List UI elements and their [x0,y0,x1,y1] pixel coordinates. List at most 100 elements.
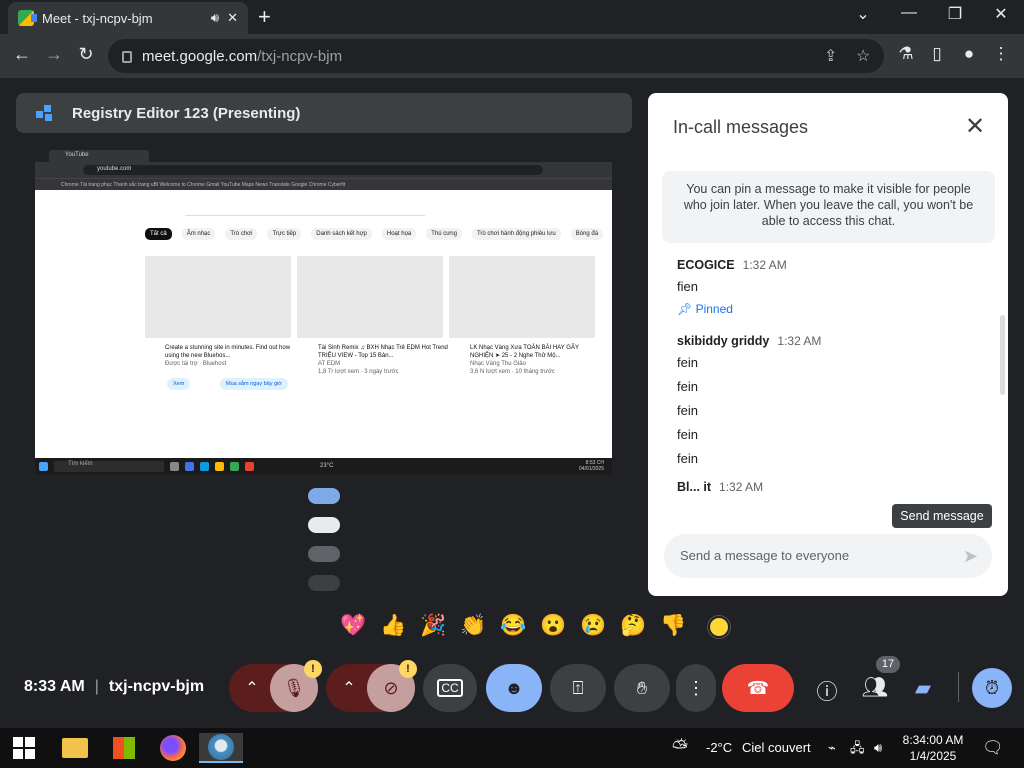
weather-icon[interactable]: ⛅︎ [672,728,688,768]
ss-chip: Thú cưng [426,228,462,240]
reaction-thinking-icon[interactable]: 🤔 [620,614,647,638]
ss-bookmarks: Chrome Tài trang phục Thanh sắc trang uB… [35,178,612,190]
pin-info-banner: You can pin a message to make it visible… [662,171,995,243]
present-screen-icon: ⍐ [572,677,584,698]
meeting-details: 8:33 AM | txj-ncpv-bjm [24,678,205,695]
bookmark-star-icon[interactable]: ☆ [856,46,870,66]
video-options-chevron-icon[interactable]: ⌃ [326,664,372,712]
new-tab-button[interactable]: + [258,4,271,30]
notifications-icon[interactable]: 🗨︎ [982,728,1004,768]
forward-button[interactable]: → [42,44,66,65]
ss-thumbnail [145,256,291,338]
participant-thumbnail[interactable] [308,517,340,533]
audio-options-chevron-icon[interactable]: ⌃ [229,664,275,712]
lock-icon[interactable] [122,51,132,63]
leave-call-button[interactable]: ☎︎ [722,664,794,712]
file-explorer-icon[interactable] [53,733,97,763]
restore-button[interactable]: ❐ [932,4,978,24]
close-icon[interactable]: ✕ [962,112,988,141]
pinned-label[interactable]: 📌︎ Pinned [677,302,977,316]
reaction-thumbs-up-icon[interactable]: 👍 [380,614,407,638]
reaction-party-icon[interactable]: 🎉 [420,614,447,638]
camera-off-icon: ⊘ [383,677,399,698]
mic-off-icon: 🎙︎ [282,677,306,698]
windows-taskbar: ⛅︎ -2°C Ciel couvert ⌁ 🖧︎ 🔊︎ 8:34:00 AM … [0,728,1024,768]
tab-close-icon[interactable]: ✕ [227,10,238,26]
start-button[interactable] [2,733,46,763]
chat-icon[interactable]: ▰ [908,676,938,701]
meet-favicon-icon [18,10,37,26]
ss-thumbnail [297,256,443,338]
network-icon[interactable]: 🖧︎ [850,728,865,768]
window-close-button[interactable]: ✕ [978,4,1024,24]
side-panel-icon[interactable]: ▯ [926,44,948,64]
message-time: 1:32 AM [719,480,764,494]
meeting-code: txj-ncpv-bjm [108,678,205,695]
ss-chips: Tất cả Âm nhạc Trò chơi Trực tiếp Danh s… [145,228,604,240]
ss-card-text: Create a stunning site in minutes. Find … [165,344,295,368]
microsoft-store-icon[interactable] [102,733,146,763]
skin-tone-button[interactable] [708,616,730,638]
participants-count-badge: 17 [876,656,900,673]
ss-card-text: LK Nhạc Vàng Xưa TOÀN BÀI HAY GÂY NGHIỆN… [470,344,600,376]
chat-scrollbar[interactable] [1000,315,1005,395]
chat-message-input[interactable]: Send a message to everyone ➤ [664,534,992,578]
message-sender: Bl... it [677,480,712,494]
participant-thumbnail[interactable] [308,488,340,504]
system-date: 1/4/2025 [909,749,957,763]
captions-button[interactable]: CC [423,664,477,712]
raise-hand-button[interactable]: ✋︎ [614,664,670,712]
message-text: fein [677,427,698,442]
share-icon[interactable]: ⇪ [824,46,837,66]
ss-chip: Bóng đá [570,228,604,240]
emoji-icon: ☻ [504,677,524,698]
registry-editor-taskbar-icon[interactable] [199,733,243,763]
reaction-clap-icon[interactable]: 👏 [460,614,487,638]
url-host: meet.google.com [142,47,258,65]
reload-button[interactable]: ↻ [74,44,98,65]
chat-panel-title: In-call messages [673,117,809,137]
minimize-button[interactable]: — [886,4,932,22]
meeting-info-icon[interactable]: ⓘ [812,676,842,706]
captions-icon: CC [437,679,463,697]
address-bar[interactable]: meet.google.com/txj-ncpv-bjm ⇪ ☆ [108,39,884,73]
message-list[interactable]: ECOGICE 1:32 AM fien 📌︎ Pinned skibiddy g… [677,258,977,518]
present-button[interactable]: ⍐ [550,664,606,712]
ss-card-title: Create a stunning site in minutes. Find … [165,345,291,359]
reactions-button[interactable]: ☻ [486,664,542,712]
back-button[interactable]: ← [10,44,34,65]
profile-icon[interactable]: ● [958,44,980,64]
firefox-icon[interactable] [151,733,195,763]
more-options-button[interactable]: ⋮ [676,664,716,712]
ss-card-sub: AT EDM [318,361,341,367]
reaction-sad-icon[interactable]: 😢 [580,614,607,638]
extensions-icon[interactable]: ⚗ [895,44,917,64]
usb-icon[interactable]: ⌁ [828,728,836,768]
chat-input-placeholder: Send a message to everyone [680,548,850,563]
weather-temp[interactable]: -2°C [706,728,732,768]
message-text: fien [677,279,698,294]
ss-tab: YouTube [49,150,149,162]
reaction-thumbs-down-icon[interactable]: 👎 [660,614,687,638]
message-text: fein [677,451,698,466]
ss-url: youtube.com [83,165,543,175]
chrome-menu-icon[interactable]: ⋮ [990,44,1012,64]
system-clock[interactable]: 8:34:00 AM 1/4/2025 [898,732,968,764]
reaction-heart-icon[interactable]: 💖 [340,614,367,638]
reaction-surprised-icon[interactable]: 😮 [540,614,567,638]
activities-button[interactable]: ⏰︎ [972,668,1012,708]
presenting-bar: Registry Editor 123 (Presenting) [16,93,632,133]
ss-temp: 23°C [320,463,334,469]
tab-audio-icon[interactable]: 🔊︎ [211,10,219,26]
reaction-laugh-icon[interactable]: 😂 [500,614,527,638]
participant-thumbnail[interactable] [308,546,340,562]
volume-icon[interactable]: 🔊︎ [874,728,882,768]
participant-thumbnail[interactable] [308,575,340,591]
ss-address-bar: youtube.com [35,162,612,178]
people-icon[interactable]: 👥︎ [860,676,890,700]
browser-tab-meet[interactable]: Meet - txj-ncpv-bjm 🔊︎ ✕ [8,2,248,34]
send-icon[interactable]: ➤ [963,546,978,567]
weather-text[interactable]: Ciel couvert [742,728,811,768]
tab-search-icon[interactable]: ⌄ [840,4,886,24]
message-text: fein [677,379,698,394]
